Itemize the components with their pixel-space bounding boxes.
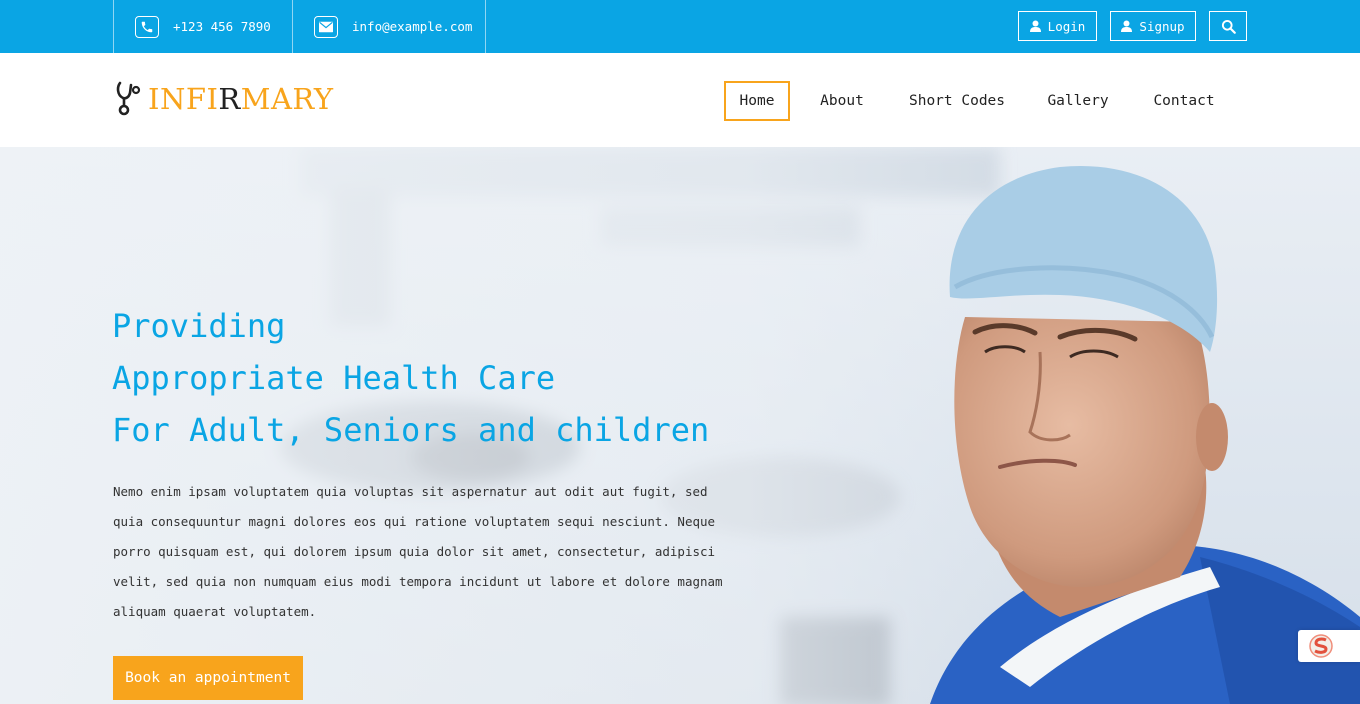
search-icon	[1221, 19, 1236, 34]
user-icon	[1029, 20, 1041, 32]
login-button[interactable]: Login	[1018, 11, 1097, 41]
book-appointment-button[interactable]: Book an appointment	[113, 656, 303, 700]
phone-icon	[135, 15, 159, 38]
logo-text: INFIRMARY	[148, 82, 334, 116]
nav-home[interactable]: Home	[724, 81, 790, 121]
email-contact: info@example.com	[292, 0, 486, 53]
floating-s-badge[interactable]	[1298, 630, 1360, 662]
hero-heading-line-1: Providing	[112, 307, 286, 345]
hero-banner: Providing Appropriate Health Care For Ad…	[0, 147, 1360, 704]
nav-about[interactable]: About	[812, 81, 872, 121]
site-logo[interactable]: INFIRMARY	[114, 81, 334, 117]
s-logo-icon	[1309, 634, 1333, 658]
hero-heading-line-3: For Adult, Seniors and children	[112, 411, 710, 449]
signup-button[interactable]: Signup	[1110, 11, 1196, 41]
phone-number[interactable]: +123 456 7890	[173, 19, 271, 34]
hero-heading-line-2: Appropriate Health Care	[112, 359, 556, 397]
site-header: INFIRMARY Home About Short Codes Gallery…	[0, 53, 1360, 147]
login-label: Login	[1047, 18, 1086, 34]
search-button[interactable]	[1209, 11, 1247, 41]
signup-label: Signup	[1139, 18, 1185, 34]
user-icon	[1121, 20, 1133, 32]
email-address[interactable]: info@example.com	[352, 19, 472, 34]
envelope-icon	[314, 15, 338, 38]
stethoscope-icon	[116, 81, 141, 116]
hero-description: Nemo enim ipsam voluptatem quia voluptas…	[113, 484, 723, 619]
nav-short-codes[interactable]: Short Codes	[906, 81, 1008, 121]
nav-contact[interactable]: Contact	[1148, 81, 1220, 121]
top-bar: +123 456 7890 info@example.com Login Sig…	[0, 0, 1360, 53]
nav-gallery[interactable]: Gallery	[1040, 81, 1116, 121]
phone-contact: +123 456 7890	[113, 0, 293, 53]
